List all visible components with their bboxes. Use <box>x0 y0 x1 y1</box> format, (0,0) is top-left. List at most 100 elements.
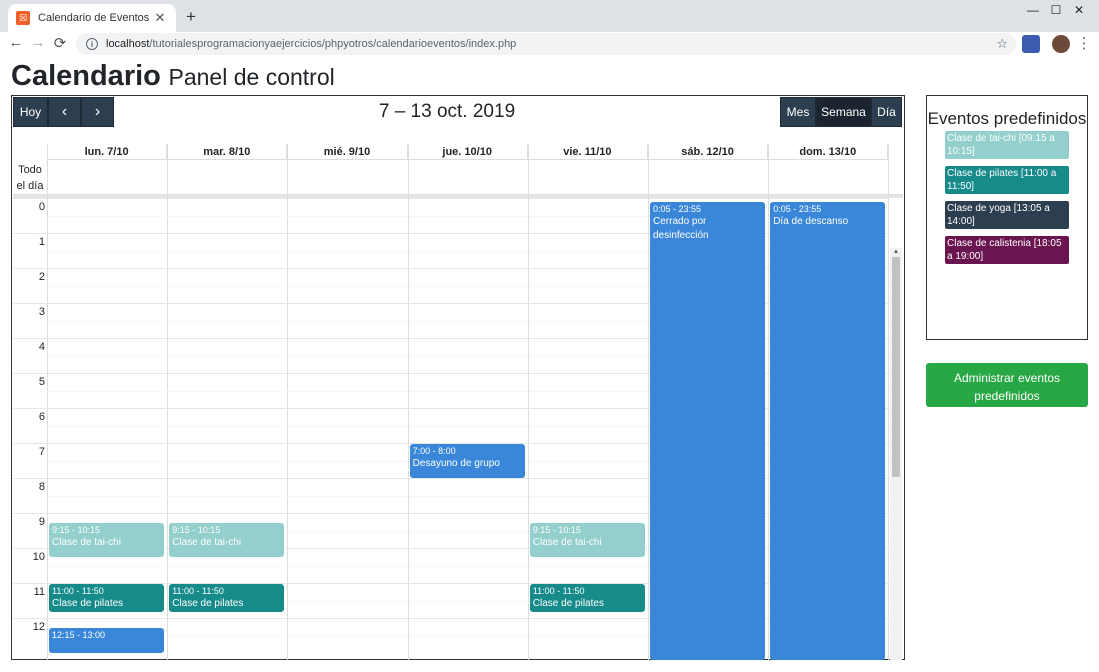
bookmark-star-icon[interactable]: ☆ <box>996 36 1008 52</box>
hour-label: 6 <box>38 411 45 423</box>
calendar-title: 7 – 13 oct. 2019 <box>378 101 516 122</box>
view-week-button[interactable]: Semana <box>816 97 871 127</box>
tab-title: Calendario de Eventos <box>38 12 150 24</box>
browser-chrome: ☒ Calendario de Eventos ✕ + ← → ⟳ i loca… <box>0 0 1099 56</box>
day-header: dom. 13/10 <box>768 144 889 160</box>
day-header: lun. 7/10 <box>47 144 168 160</box>
hour-line <box>13 198 890 199</box>
event-title: Clase de tai-chi <box>532 536 602 548</box>
predefined-events-list: Clase de tai-chi [09:15 a 10:15] Clase de… <box>927 131 1087 264</box>
event-time: 0:05 - 23:55 <box>653 203 702 214</box>
address-bar[interactable]: i localhost/tutorialesprogramacionyaejer… <box>76 33 1016 55</box>
day-header: sáb. 12/10 <box>648 144 769 160</box>
browser-toolbar: ← → ⟳ i localhost/tutorialesprogramacion… <box>0 32 1099 56</box>
calendar-event[interactable]: 9:15 - 10:15 Clase de tai-chi <box>49 522 165 557</box>
event-title: Día de descanso <box>773 215 849 227</box>
hour-label: 2 <box>38 271 45 283</box>
event-title: Desayuno de grupo <box>412 458 500 469</box>
calendar-event[interactable]: 11:00 - 11:50 Clase de pilates <box>169 584 285 613</box>
hour-label: 1 <box>38 236 45 248</box>
chevron-left-icon: ‹ <box>61 103 68 120</box>
event-time: 11:00 - 11:50 <box>532 586 585 596</box>
xampp-favicon-icon: ☒ <box>16 11 30 25</box>
view-month-button[interactable]: Mes <box>780 97 816 127</box>
predefined-events-title: Eventos predefinidos <box>927 109 1087 128</box>
event-time: 11:00 - 11:50 <box>52 586 104 596</box>
event-title: Clase de pilates <box>52 598 124 609</box>
tab-close-icon[interactable]: ✕ <box>152 10 168 26</box>
next-week-button[interactable]: › <box>81 97 114 127</box>
hour-label: 4 <box>38 341 45 353</box>
manage-predefined-events-button[interactable]: Administrar eventos predefinidos <box>926 363 1088 407</box>
reload-button[interactable]: ⟳ <box>50 34 70 52</box>
predefined-event-item[interactable]: Clase de calistenia [18:05 a 19:00] <box>945 236 1069 264</box>
calendar-event[interactable]: 11:00 - 11:50 Clase de pilates <box>529 584 645 613</box>
calendar-event[interactable]: 11:00 - 11:50 Clase de pilates <box>49 584 165 613</box>
view-day-button[interactable]: Día <box>871 97 902 127</box>
calendar-event[interactable]: 9:15 - 10:15 Clase de tai-chi <box>169 522 285 557</box>
new-tab-button[interactable]: + <box>182 7 200 27</box>
calendar-event[interactable]: 0:05 - 23:55 Cerrado por desinfección <box>650 201 766 660</box>
browser-menu-icon[interactable]: ⋮ <box>1074 34 1094 52</box>
hour-label: 12 <box>32 621 45 633</box>
prev-week-button[interactable]: ‹ <box>48 97 81 127</box>
predefined-event-item[interactable]: Clase de tai-chi [09:15 a 10:15] <box>945 131 1069 159</box>
event-time: 12:15 - 13:00 <box>52 629 106 640</box>
event-title: Clase de pilates <box>172 598 244 609</box>
url-host: localhost <box>106 38 150 50</box>
day-header: mar. 8/10 <box>167 144 288 160</box>
hour-label: 9 <box>38 516 45 528</box>
event-time: 9:15 - 10:15 <box>172 524 221 535</box>
calendar-event[interactable]: 9:15 - 10:15 Clase de tai-chi <box>529 522 645 557</box>
hour-label: 3 <box>38 306 45 318</box>
forward-button[interactable]: → <box>28 34 48 51</box>
hour-label: 7 <box>38 446 45 458</box>
info-icon[interactable]: i <box>86 38 98 50</box>
predefined-event-item[interactable]: Clase de pilates [11:00 a 11:50] <box>945 166 1069 194</box>
predefined-events-panel: Eventos predefinidos Clase de tai-chi [0… <box>926 95 1088 340</box>
allday-label: Todo el día <box>16 164 44 192</box>
week-grid: Todo el día lun. 7/10 mar. 8/10 mié. 9/10 j… <box>13 144 903 660</box>
nav-button-group: Hoy ‹ › <box>13 97 114 127</box>
hour-label: 5 <box>38 376 45 388</box>
event-title: Clase de tai-chi <box>172 536 242 548</box>
event-time: 9:15 - 10:15 <box>532 524 581 535</box>
hour-label: 8 <box>38 481 45 493</box>
page-subtitle: Panel de control <box>168 64 335 90</box>
scrollbar[interactable]: ▲ ▼ <box>890 248 902 660</box>
calendar-event[interactable]: 12:15 - 13:00 <box>49 627 165 653</box>
chevron-right-icon: › <box>94 103 101 120</box>
url-path: /tutorialesprogramacionyaejercicios/phpy… <box>149 38 517 50</box>
calendar: Hoy ‹ › 7 – 13 oct. 2019 Mes Semana Día … <box>11 95 905 660</box>
event-time: 11:00 - 11:50 <box>172 586 224 596</box>
allday-row[interactable]: Todo el día <box>13 160 903 195</box>
page-heading: Calendario Panel de control <box>11 60 335 93</box>
day-header: vie. 11/10 <box>527 144 648 160</box>
view-button-group: Mes Semana Día <box>780 97 902 127</box>
window-close-icon[interactable]: ✕ <box>1064 0 1094 20</box>
back-button[interactable]: ← <box>6 34 26 51</box>
page-title: Calendario <box>11 60 161 92</box>
calendar-event[interactable]: 0:05 - 23:55 Día de descanso <box>770 201 886 660</box>
tab-strip: ☒ Calendario de Eventos ✕ + <box>0 0 1099 32</box>
url-text: localhost/tutorialesprogramacionyaejerci… <box>106 38 516 50</box>
scroll-thumb[interactable] <box>892 257 900 477</box>
browser-tab[interactable]: ☒ Calendario de Eventos ✕ <box>8 4 176 32</box>
today-button[interactable]: Hoy <box>13 97 48 127</box>
hour-label: 10 <box>32 551 45 563</box>
day-header: jue. 10/10 <box>407 144 528 160</box>
event-time: 7:00 - 8:00 <box>412 446 456 456</box>
day-header: mié. 9/10 <box>287 144 408 160</box>
scroll-up-icon[interactable]: ▲ <box>890 248 902 257</box>
event-time: 0:05 - 23:55 <box>773 203 822 214</box>
calendar-event[interactable]: 7:00 - 8:00 Desayuno de grupo <box>409 444 525 478</box>
event-title: Cerrado por desinfección <box>653 215 709 241</box>
event-time: 9:15 - 10:15 <box>52 524 101 535</box>
hour-label: 11 <box>33 586 45 598</box>
profile-avatar[interactable] <box>1052 35 1070 53</box>
hour-label: 0 <box>38 201 45 213</box>
predefined-event-item[interactable]: Clase de yoga [13:05 a 14:00] <box>945 201 1069 229</box>
extension-icon[interactable] <box>1022 35 1040 53</box>
event-title: Clase de tai-chi <box>52 536 121 548</box>
event-title: Clase de pilates <box>532 598 604 609</box>
